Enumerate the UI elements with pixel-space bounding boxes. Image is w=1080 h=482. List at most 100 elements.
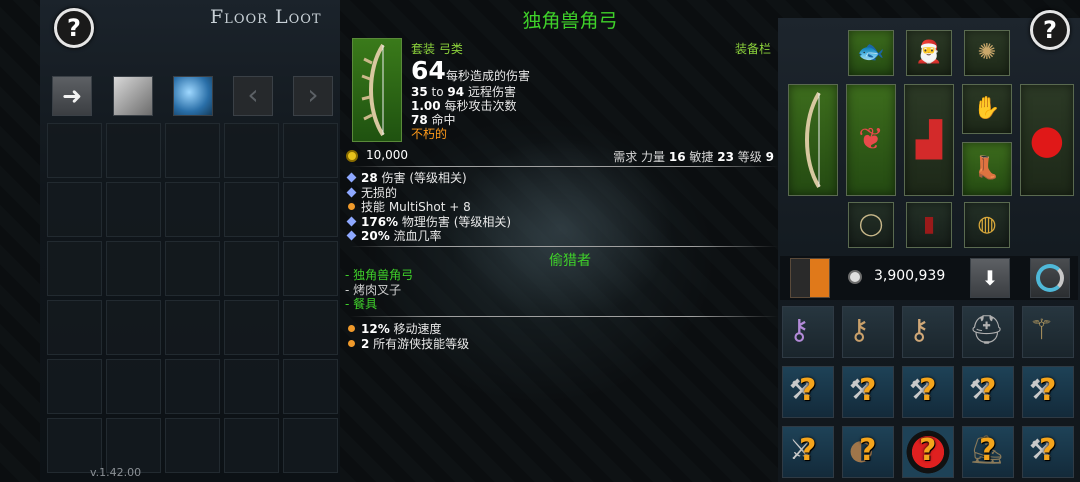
gloves-icon: ✋: [973, 96, 1001, 121]
next-page-button[interactable]: ›: [293, 76, 333, 116]
bow-icon: [805, 91, 821, 189]
filter-normal-button[interactable]: [113, 76, 153, 116]
loot-slot[interactable]: [106, 241, 161, 296]
inventory-slot[interactable]: ?: [902, 426, 954, 478]
unidentified-icon: ?: [919, 433, 937, 468]
equipment-help-button[interactable]: ?: [1030, 10, 1070, 50]
filter-magic-button[interactable]: [173, 76, 213, 116]
bow-icon: [352, 38, 402, 142]
equip-slot-boots[interactable]: 👢: [962, 142, 1012, 196]
affix-line: 28 伤害 (等级相关): [346, 171, 511, 186]
loot-slot[interactable]: [165, 359, 220, 414]
equip-slot-weapon[interactable]: [788, 84, 838, 196]
equip-slot-amulet[interactable]: ✺: [964, 30, 1010, 76]
helmet-icon: ⛑: [969, 313, 1005, 346]
question-icon: ?: [67, 14, 81, 42]
inventory-slot[interactable]: ⚒?: [1022, 366, 1074, 418]
unidentified-icon: ?: [1039, 373, 1057, 408]
down-arrow-icon: ⬇: [981, 266, 999, 290]
set-piece: - 餐具: [345, 297, 378, 311]
inventory-slot[interactable]: ⚒?: [962, 366, 1014, 418]
loot-slot[interactable]: [224, 182, 279, 237]
key-icon: ⚷: [849, 313, 870, 346]
loot-slot[interactable]: [224, 241, 279, 296]
loot-slot[interactable]: [106, 182, 161, 237]
affix-list: 28 伤害 (等级相关) 无损的 技能 MultiShot + 8 176% 物…: [346, 171, 511, 244]
unidentified-icon: ?: [859, 373, 877, 408]
loot-slot[interactable]: [106, 418, 161, 473]
equip-slot-gloves[interactable]: ✋: [962, 84, 1012, 134]
take-all-button[interactable]: ➜: [52, 76, 92, 116]
inventory-slot[interactable]: ⛑: [962, 306, 1014, 358]
loot-slot[interactable]: [165, 182, 220, 237]
santa-sack-icon: ●: [1029, 117, 1065, 163]
loot-slot[interactable]: [224, 418, 279, 473]
loot-slot[interactable]: [106, 123, 161, 178]
loot-slot[interactable]: [224, 359, 279, 414]
fish-icon: 🐟: [857, 40, 885, 65]
sort-inventory-button[interactable]: ⬇: [970, 258, 1010, 298]
equip-slot-pet[interactable]: 🐟: [848, 30, 894, 76]
equip-slot-belt[interactable]: ●: [1020, 84, 1074, 196]
loot-help-button[interactable]: ?: [54, 8, 94, 48]
equip-slot-flask[interactable]: ▮: [906, 202, 952, 248]
inventory-slot[interactable]: ⚷: [782, 306, 834, 358]
loot-slot[interactable]: [47, 300, 102, 355]
inventory-slot[interactable]: ⚚: [1022, 306, 1074, 358]
floor-loot-grid: [47, 123, 342, 475]
equip-slot-ring-right[interactable]: ◍: [964, 202, 1010, 248]
affix-line: 176% 物理伤害 (等级相关): [346, 215, 511, 230]
inventory-slot[interactable]: ⚒?: [782, 366, 834, 418]
inventory-slot[interactable]: ⚔?: [782, 426, 834, 478]
loot-slot[interactable]: [47, 359, 102, 414]
loot-slot[interactable]: [165, 300, 220, 355]
loot-slot[interactable]: [106, 359, 161, 414]
prev-page-button[interactable]: ‹: [233, 76, 273, 116]
loot-slot[interactable]: [47, 123, 102, 178]
loot-slot[interactable]: [283, 182, 338, 237]
equip-slot-offhand[interactable]: ❦: [846, 84, 896, 196]
inventory-slot[interactable]: ◐?: [842, 426, 894, 478]
loot-slot[interactable]: [165, 123, 220, 178]
inventory-slot[interactable]: ⚒?: [1022, 426, 1074, 478]
affix-line: 无损的: [346, 186, 511, 201]
unidentified-icon: ?: [979, 373, 997, 408]
loot-slot[interactable]: [283, 300, 338, 355]
inventory-slot[interactable]: ⚒?: [902, 366, 954, 418]
equip-slot-head[interactable]: 🎅: [906, 30, 952, 76]
stash-toggle-button[interactable]: [790, 258, 830, 298]
unidentified-icon: ?: [919, 373, 937, 408]
loot-slot[interactable]: [283, 359, 338, 414]
dps-label: 每秒造成的伤害: [446, 69, 531, 83]
diamond-bullet-icon: [346, 230, 357, 241]
loot-slot[interactable]: [47, 182, 102, 237]
question-icon: ?: [1043, 16, 1057, 44]
inventory-slot[interactable]: ⚒?: [842, 366, 894, 418]
loot-slot[interactable]: [224, 300, 279, 355]
inventory-slot[interactable]: ⛸?: [962, 426, 1014, 478]
keyring-icon: ⚷: [789, 313, 810, 346]
loot-slot[interactable]: [47, 241, 102, 296]
loot-slot[interactable]: [224, 123, 279, 178]
loot-slot[interactable]: [165, 418, 220, 473]
version-label: v.1.42.00: [90, 466, 142, 479]
inventory-slot[interactable]: ⚷: [902, 306, 954, 358]
unidentified-icon: ?: [799, 373, 817, 408]
unidentified-icon: ?: [859, 433, 877, 468]
equip-slot-ring-left[interactable]: ◯: [848, 202, 894, 248]
equip-slot-chest[interactable]: ▟: [904, 84, 954, 196]
ring-icon: ◍: [977, 212, 997, 237]
loot-slot[interactable]: [165, 241, 220, 296]
loot-slot[interactable]: [283, 123, 338, 178]
set-piece-list: - 独角兽角弓 - 烤肉叉子 - 餐具: [345, 268, 413, 312]
santa-suit-icon: ▟: [915, 120, 943, 160]
floor-loot-title: Floor Loot: [210, 6, 322, 28]
loot-slot[interactable]: [283, 418, 338, 473]
inventory-slot[interactable]: ⚷: [842, 306, 894, 358]
loot-slot[interactable]: [283, 241, 338, 296]
divider: [350, 316, 778, 317]
loot-slot[interactable]: [47, 418, 102, 473]
loot-slot[interactable]: [106, 300, 161, 355]
arrow-right-icon: ➜: [61, 82, 83, 110]
unidentified-icon: ?: [1039, 433, 1057, 468]
